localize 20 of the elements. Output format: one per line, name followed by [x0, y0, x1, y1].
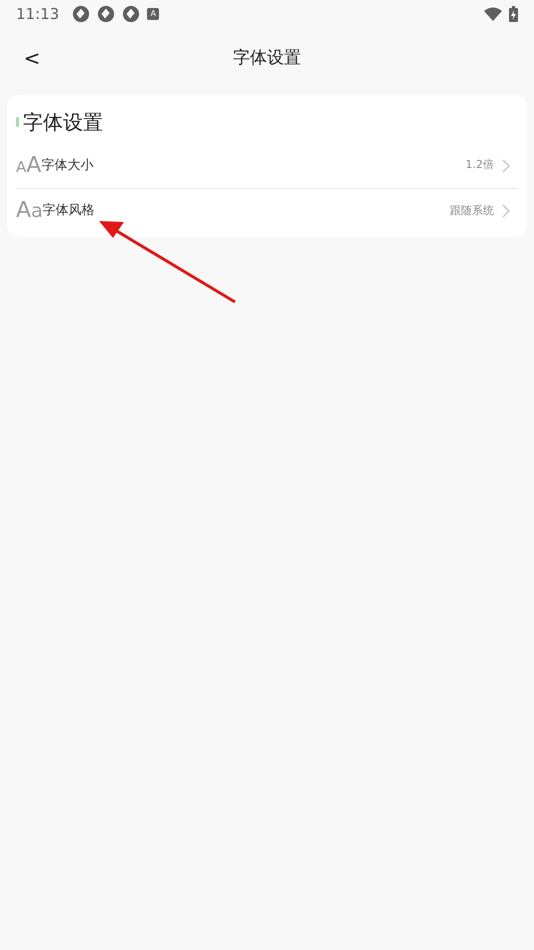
- status-time: 11:13: [16, 4, 60, 25]
- font-style-glyph: Aa: [16, 200, 43, 222]
- row-label: 字体大小: [41, 156, 94, 175]
- battery-icon: [509, 6, 518, 22]
- chevron-icon: [502, 158, 510, 172]
- font-size-glyph: AA: [16, 154, 42, 176]
- page-title: 字体设置: [233, 47, 301, 70]
- row-value: 1.2倍: [466, 157, 494, 174]
- row-value: 跟随系统: [450, 202, 494, 219]
- wifi-icon: [484, 7, 502, 21]
- card-title: 字体设置: [23, 109, 103, 136]
- row-label: 字体风格: [42, 202, 95, 220]
- accent-bar: [16, 117, 19, 127]
- chevron-icon: [502, 204, 510, 218]
- keyboard-badge-icon: A: [147, 8, 160, 20]
- back-button[interactable]: <: [20, 44, 44, 72]
- aperture-icon: [72, 5, 90, 23]
- settings-row[interactable]: AA字体大小 1.2倍: [16, 143, 518, 188]
- aperture-icon: [122, 5, 140, 23]
- aperture-icon: [97, 5, 116, 23]
